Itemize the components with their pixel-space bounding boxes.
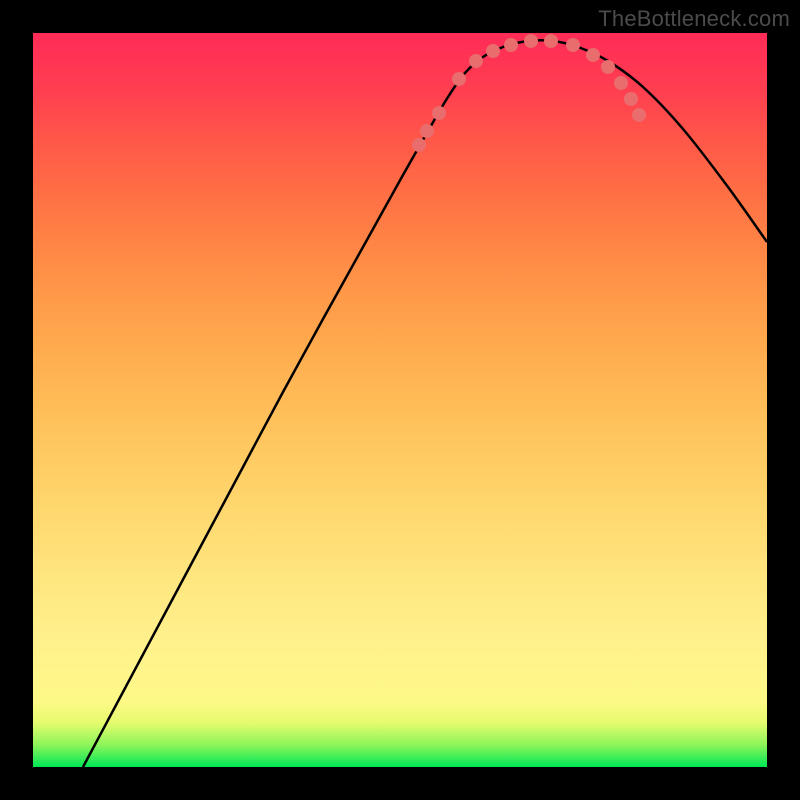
curve-marker: [614, 76, 628, 90]
curve-marker: [601, 60, 615, 74]
curve-markers: [412, 34, 646, 152]
curve-marker: [632, 108, 646, 122]
watermark-text: TheBottleneck.com: [598, 6, 790, 32]
curve-marker: [452, 72, 466, 86]
curve-marker: [524, 34, 538, 48]
curve-marker: [432, 106, 446, 120]
curve-svg: [33, 33, 767, 767]
curve-marker: [586, 48, 600, 62]
bottleneck-curve-path: [83, 40, 767, 767]
curve-marker: [566, 38, 580, 52]
curve-marker: [544, 34, 558, 48]
plot-area: [33, 33, 767, 767]
curve-marker: [412, 138, 426, 152]
curve-marker: [486, 44, 500, 58]
bottleneck-curve: [83, 40, 767, 767]
curve-marker: [420, 124, 434, 138]
curve-marker: [469, 54, 483, 68]
curve-marker: [624, 92, 638, 106]
curve-marker: [504, 38, 518, 52]
chart-frame: TheBottleneck.com: [0, 0, 800, 800]
